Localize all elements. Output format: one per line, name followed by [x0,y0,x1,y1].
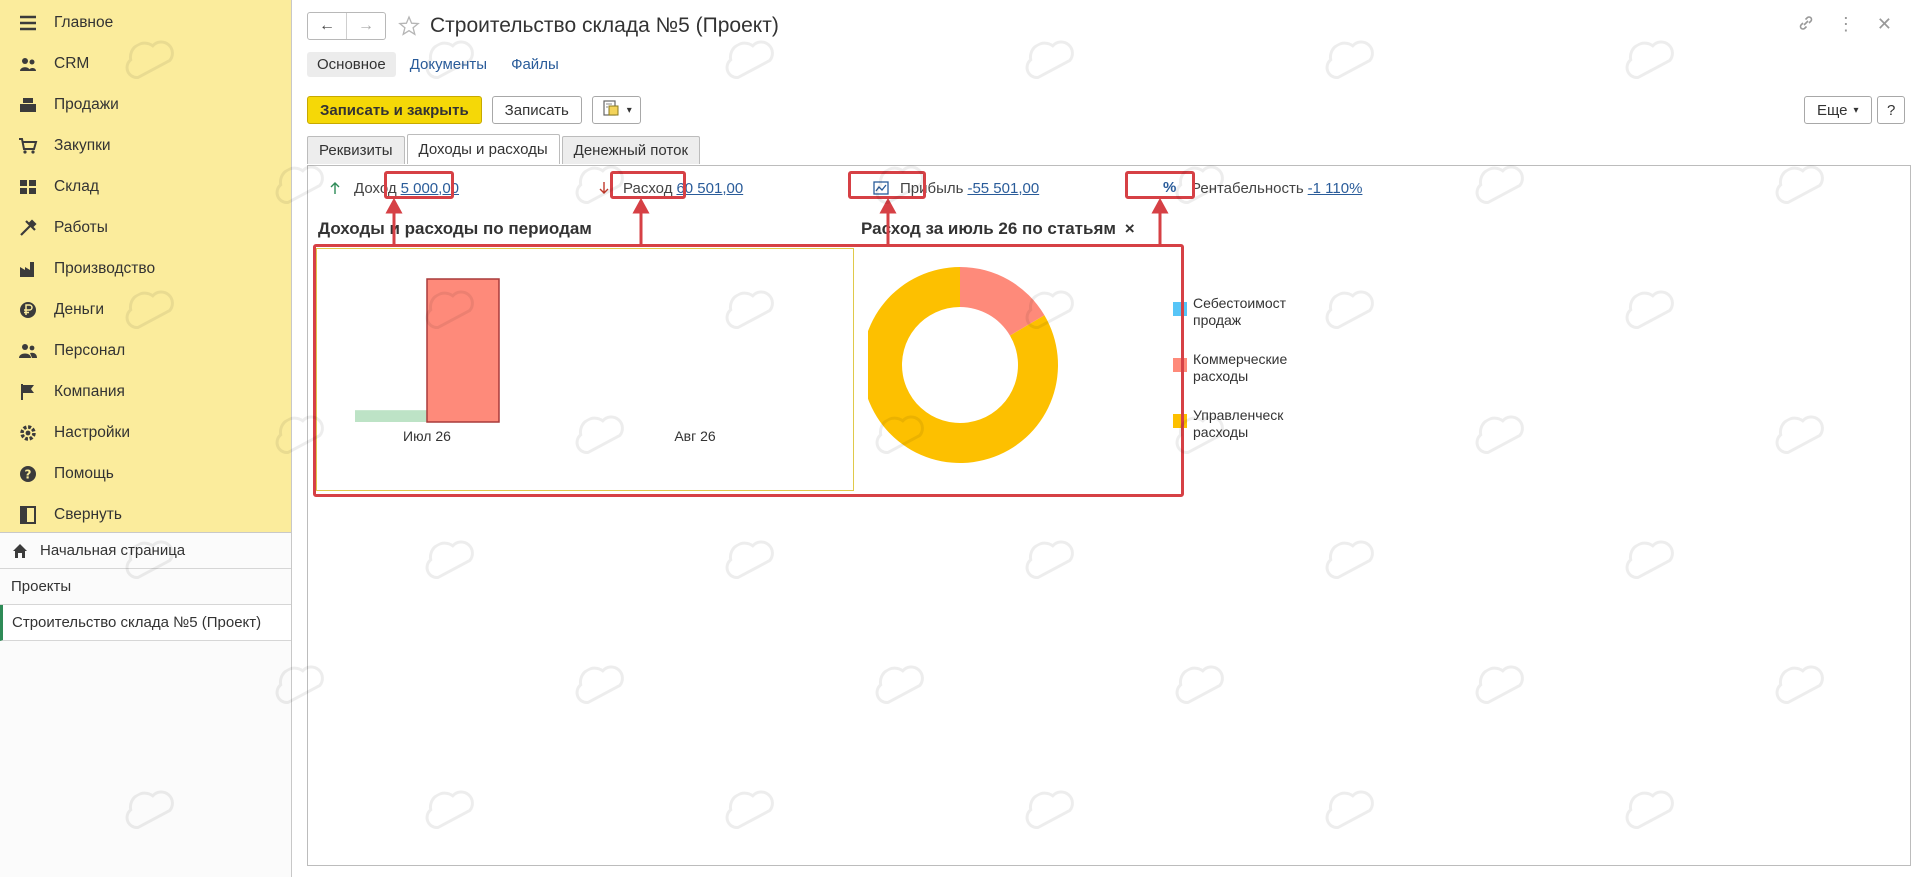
sidebar-item-11[interactable]: ? Помощь [0,453,291,494]
sidebar-item-3[interactable]: Закупки [0,125,291,166]
save-and-close-button[interactable]: Записать и закрыть [307,96,482,124]
legend-label: продаж [1193,312,1242,328]
history-nav: ← → [307,12,386,40]
sidebar-item-label: Персонал [54,341,126,359]
sidebar-item-label: Склад [54,177,99,195]
forward-button[interactable]: → [346,13,385,39]
sidebar-item-8[interactable]: Персонал [0,330,291,371]
nav-active-project[interactable]: Строительство склада №5 (Проект) [0,605,291,641]
menu-lines-icon [18,13,38,33]
crm-icon [18,54,38,74]
help-button[interactable]: ? [1877,96,1906,124]
sidebar-item-label: Свернуть [54,505,122,523]
arrow-right-icon: → [358,17,374,34]
warehouse-icon [18,177,38,197]
more-button[interactable]: Еще ▾ [1804,96,1872,124]
main-area: ← → Строительство склада №5 (Проект) ⋮ ✕… [293,0,1920,877]
sidebar-item-9[interactable]: Компания [0,371,291,412]
legend-label: Себестоимост [1193,295,1287,311]
nav-projects[interactable]: Проекты [0,569,291,605]
tab-content: Доход 5 000,00 Расход 60 501,00 Прибыль … [307,165,1911,866]
sidebar-item-label: Деньги [54,300,105,318]
gear-icon [18,423,38,443]
sidebar-item-12[interactable]: Свернуть [0,494,291,535]
arrowhead-icon [1151,197,1169,214]
ruble-icon [18,300,38,320]
sidebar-item-5[interactable]: Работы [0,207,291,248]
home-icon [11,542,29,560]
sidebar-item-0[interactable]: Главное [0,2,291,43]
more-button-label: Еще [1817,101,1848,119]
nav-projects-label: Проекты [11,578,72,595]
factory-icon [18,259,38,279]
sidebar-item-label: Компания [54,382,125,400]
cart-icon [18,136,38,156]
window-controls: ⋮ ✕ [1797,14,1892,37]
kpi-rentability-value[interactable]: -1 110% [1308,180,1363,197]
sidebar-item-1[interactable]: CRM [0,43,291,84]
sidebar-item-label: Закупки [54,136,111,154]
subtab-main[interactable]: Основное [307,52,396,77]
more-vertical-icon[interactable]: ⋮ [1837,14,1855,37]
cash-register-icon [18,95,38,115]
arrowhead-icon [632,197,650,214]
highlight-box [313,244,1184,497]
back-button[interactable]: ← [308,13,346,39]
arrow-left-icon: ← [319,17,335,34]
collapse-icon [18,505,38,525]
section-menu: Главное CRM Продажи Закупки Склад Работы Произ… [0,0,291,533]
sidebar-item-2[interactable]: Продажи [0,84,291,125]
arrowhead-icon [385,197,403,214]
tab-income-expense[interactable]: Доходы и расходы [406,134,560,164]
sidebar-item-label: CRM [54,54,90,72]
tools-icon [18,218,38,238]
sidebar-item-10[interactable]: Настройки [0,412,291,453]
favorite-star-icon[interactable] [398,15,420,37]
subtab-documents[interactable]: Документы [400,52,497,77]
svg-text:?: ? [25,467,32,481]
page-title: Строительство склада №5 (Проект) [430,14,779,37]
sidebar-item-6[interactable]: Производство [0,248,291,289]
nav-home[interactable]: Начальная страница [0,533,291,569]
annotation-arrows [385,197,1169,244]
sidebar-item-label: Работы [54,218,108,236]
arrowhead-icon [879,197,897,214]
window-header: ← → Строительство склада №5 (Проект) ⋮ ✕ [307,10,1920,42]
sidebar-item-label: Помощь [54,464,114,482]
legend-label: расходы [1193,424,1248,440]
nav-active-project-label: Строительство склада №5 (Проект) [12,614,262,631]
tab-cash-flow[interactable]: Денежный поток [561,136,701,164]
report-menu-button[interactable]: ▾ [591,96,641,124]
sidebar: Главное CRM Продажи Закупки Склад Работы Произ… [0,0,292,877]
form-tabs: Реквизиты Доходы и расходы Денежный пото… [307,134,702,164]
nav-home-label: Начальная страница [40,542,186,559]
link-icon[interactable] [1797,14,1815,37]
sidebar-item-label: Главное [54,13,114,31]
legend-label: расходы [1193,368,1248,384]
sidebar-item-label: Настройки [54,423,131,441]
section-tabs: Основное Документы Файлы [307,52,569,77]
close-icon[interactable]: ✕ [1877,14,1892,37]
legend-label: Коммерческие [1193,351,1287,367]
tab-requisites[interactable]: Реквизиты [307,136,405,164]
legend-label: Управленческ [1193,407,1284,423]
document-report-icon [601,98,621,122]
save-button[interactable]: Записать [491,96,582,124]
sidebar-item-7[interactable]: Деньги [0,289,291,330]
sidebar-item-4[interactable]: Склад [0,166,291,207]
dropdown-caret-icon: ▾ [1853,104,1859,116]
sidebar-item-label: Производство [54,259,156,277]
people-icon [18,341,38,361]
flag-icon [18,382,38,402]
dropdown-caret-icon: ▾ [626,104,632,116]
sidebar-item-label: Продажи [54,95,119,113]
subtab-files[interactable]: Файлы [501,52,569,77]
help-icon: ? [18,464,38,484]
command-bar: Записать и закрыть Записать ▾ Еще ▾ ? [307,96,1920,124]
